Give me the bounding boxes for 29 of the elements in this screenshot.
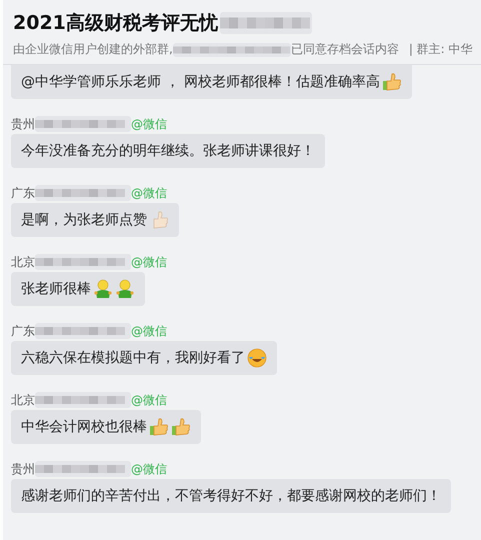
thumbs-up-icon xyxy=(382,72,402,92)
sender-region: 贵州 xyxy=(11,116,35,132)
message-bubble: 感谢老师们的辛苦付出，不管考得好不好，都要感谢网校的老师们！ xyxy=(11,479,451,513)
sender-region: 北京 xyxy=(11,254,35,270)
sender-source: @微信 xyxy=(131,460,167,478)
sender-region: 广东 xyxy=(11,322,35,340)
smiling-figure-icon xyxy=(115,279,135,299)
sender-region: 北京 xyxy=(11,392,35,408)
laughing-tears-icon xyxy=(247,348,267,368)
group-title: 2021高级财税考评无忧 xyxy=(13,11,218,36)
group-description: 由企业微信用户创建的外部群, xyxy=(13,41,173,58)
sender-source: @微信 xyxy=(131,116,167,132)
sender-source: @微信 xyxy=(131,184,167,202)
archive-notice: 已同意存档会话内容 xyxy=(290,41,399,58)
message-bubble: 是啊，为张老师点赞 xyxy=(11,203,179,237)
sender-source: @微信 xyxy=(131,392,167,408)
sender-region: 广东 xyxy=(11,184,35,202)
sender-source: @微信 xyxy=(131,322,167,340)
message-bubble: @中华学管师乐乐老师 ， 网校老师都很棒！估题准确率高 xyxy=(11,65,412,99)
smiling-figure-icon xyxy=(93,279,113,299)
sender-region: 贵州 xyxy=(11,460,35,478)
thumbs-up-icon xyxy=(149,417,169,437)
thumbs-up-icon xyxy=(171,417,191,437)
message-bubble: 张老师很棒 xyxy=(11,272,145,306)
message-bubble: 中华会计网校也很棒 xyxy=(11,410,201,444)
group-owner: | 群主: 中华 xyxy=(408,41,473,58)
message-bubble: 六稳六保在模拟题中有，我刚好看了 xyxy=(11,341,277,375)
sender-source: @微信 xyxy=(131,254,167,270)
message-bubble: 今年没准备充分的明年继续。张老师讲课很好！ xyxy=(11,134,325,168)
